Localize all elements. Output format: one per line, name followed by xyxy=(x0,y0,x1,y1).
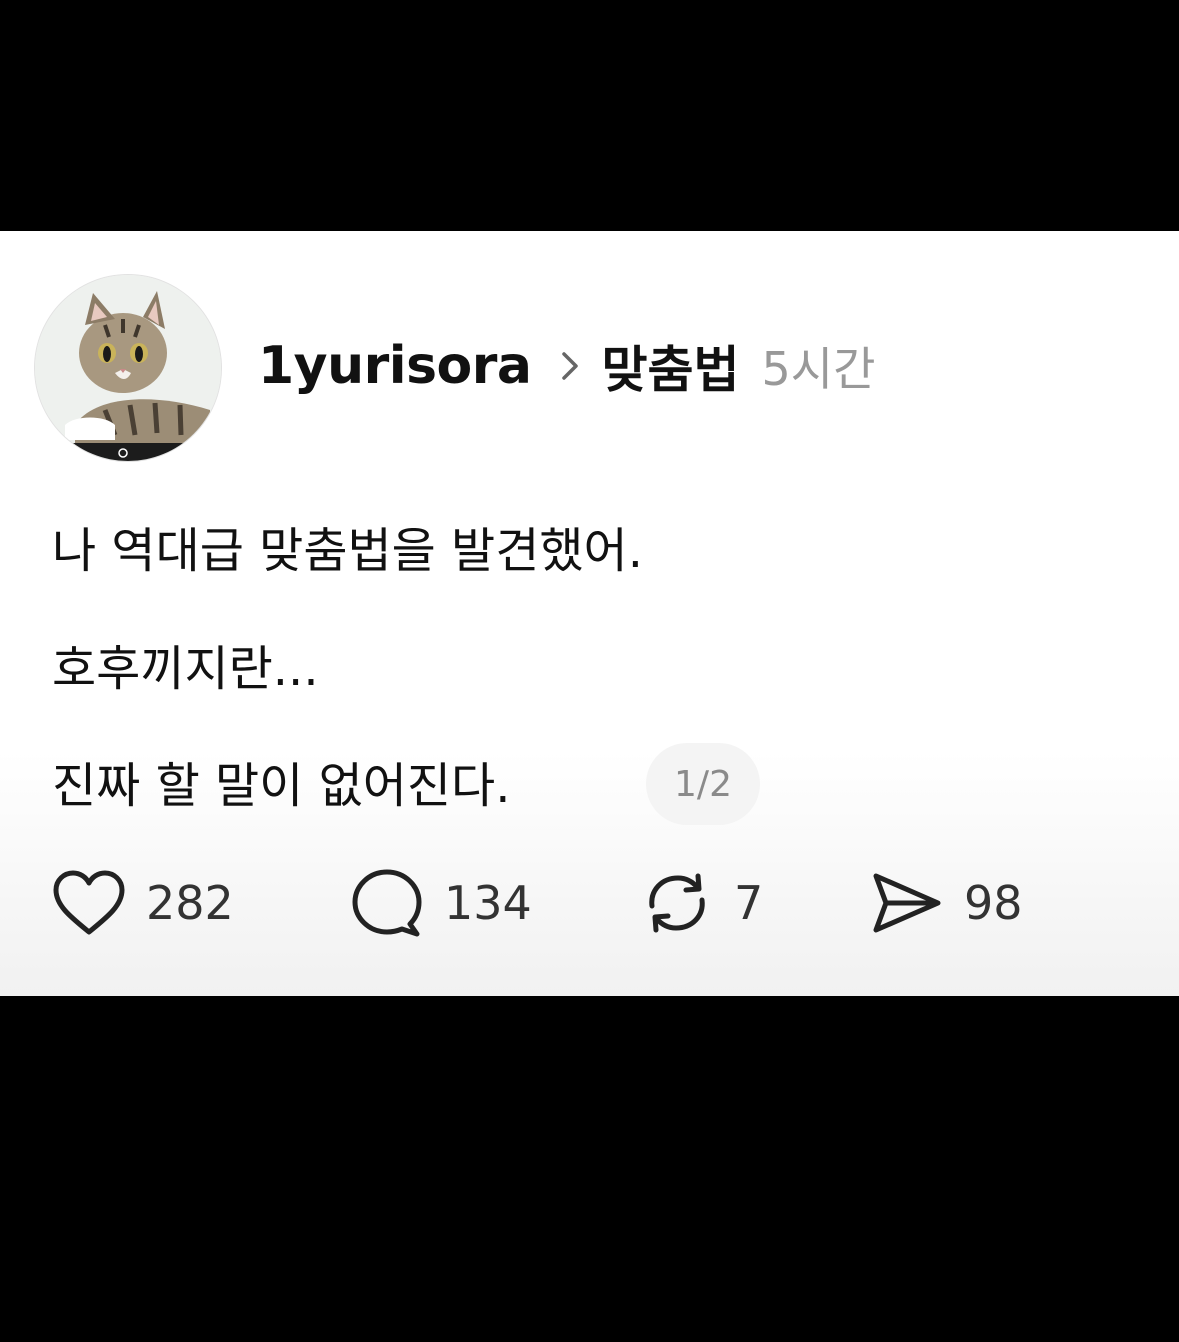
letterbox-top xyxy=(0,0,1179,231)
share-count: 98 xyxy=(964,876,1023,930)
chevron-right-icon xyxy=(561,351,579,381)
post-text-line-1: 나 역대급 맞춤법을 발견했어. xyxy=(52,523,643,579)
comment-button[interactable]: 134 xyxy=(350,868,532,938)
post-header: 1yurisora 맞춤법 5시간 xyxy=(258,331,875,401)
share-button[interactable]: 98 xyxy=(870,868,1023,938)
post-text-line-3: 진짜 할 말이 없어진다. xyxy=(52,758,511,814)
page-indicator: 1/2 xyxy=(646,743,760,825)
repost-icon xyxy=(649,873,705,933)
like-button[interactable]: 282 xyxy=(52,868,234,938)
post-text-line-2: 호후끼지란... xyxy=(52,641,319,697)
like-count: 282 xyxy=(146,876,234,930)
cat-photo-avatar xyxy=(35,275,221,461)
speech-bubble-icon xyxy=(352,869,422,937)
username[interactable]: 1yurisora xyxy=(258,336,532,396)
post-card: 1yurisora 맞춤법 5시간 나 역대급 맞춤법을 발견했어. 호후끼지란… xyxy=(0,231,1179,996)
repost-button[interactable]: 7 xyxy=(640,868,763,938)
heart-icon xyxy=(53,870,125,935)
post-timestamp: 5시간 xyxy=(761,342,876,396)
repost-count: 7 xyxy=(734,876,764,930)
send-icon xyxy=(873,873,941,933)
avatar[interactable] xyxy=(35,275,221,461)
letterbox-bottom xyxy=(0,996,1179,1342)
topic-tag[interactable]: 맞춤법 xyxy=(601,330,739,402)
comment-count: 134 xyxy=(444,876,532,930)
